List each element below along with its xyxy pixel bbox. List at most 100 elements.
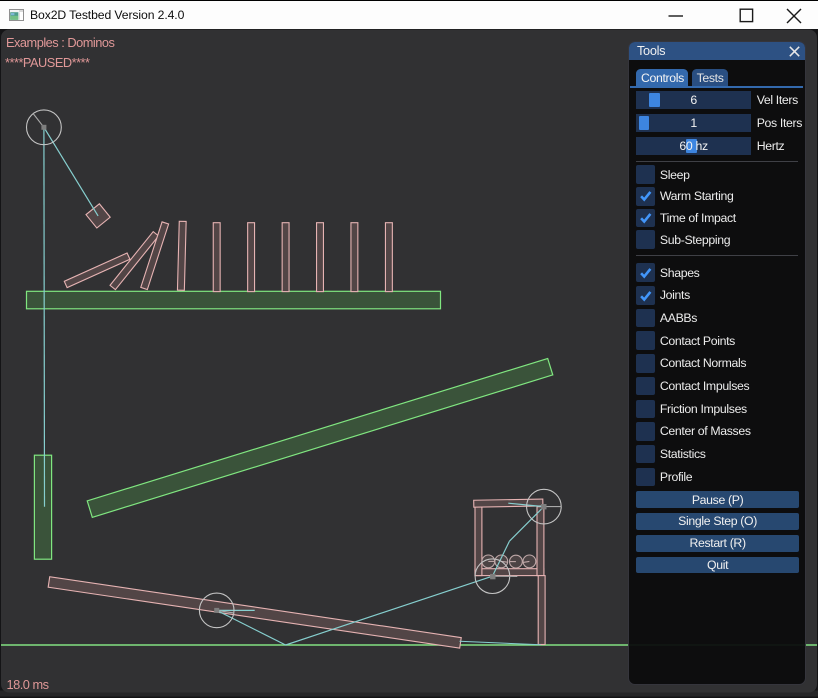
anchor-dot-pendulum	[41, 125, 46, 130]
checkbox-row-time-of-impact[interactable]: Time of Impact	[636, 209, 805, 228]
domino-platform	[27, 291, 441, 309]
window-title: Box2D Testbed Version 2.4.0	[30, 8, 184, 22]
checkbox[interactable]	[636, 230, 655, 249]
tab-underline	[630, 86, 804, 88]
checkbox[interactable]	[636, 309, 655, 328]
checkbox-label: Statistics	[660, 447, 706, 461]
tools-title: Tools	[637, 43, 665, 58]
domino-upright-6[interactable]	[385, 223, 392, 292]
checkbox-label: Friction Impulses	[660, 402, 747, 416]
slider-row-hertz: 60 hz Hertz	[636, 137, 805, 154]
tools-titlebar[interactable]: Tools	[629, 42, 806, 61]
tools-close-icon	[789, 46, 800, 57]
checkbox-row-sleep[interactable]: Sleep	[636, 165, 805, 184]
checkbox-row-profile[interactable]: Profile	[636, 468, 805, 487]
maximize-button[interactable]	[724, 1, 769, 30]
slider-label: Vel Iters	[757, 93, 798, 107]
checkbox-row-center-of-masses[interactable]: Center of Masses	[636, 422, 805, 441]
slider-track[interactable]: 6	[636, 91, 751, 108]
checkmark-icon	[638, 265, 654, 281]
anchor-dot-lid	[541, 504, 546, 509]
domino-tilting[interactable]	[177, 221, 186, 290]
checkbox[interactable]	[636, 422, 655, 441]
checkbox-row-sub-stepping[interactable]: Sub-Stepping	[636, 230, 805, 249]
slider-value: 6	[636, 93, 751, 107]
checkbox-label: Profile	[660, 470, 692, 484]
slider-value: 60 hz	[636, 139, 751, 153]
joint-line-pillar-anchor	[44, 127, 45, 506]
checkmark-icon	[638, 210, 654, 226]
slider-label: Hertz	[757, 139, 785, 153]
app-icon	[9, 9, 24, 21]
tools-close-button[interactable]	[787, 44, 802, 59]
tools-body: ControlsTests 6 Vel Iters 1 Pos Iters 60 hz H…	[629, 60, 806, 684]
slider-track[interactable]: 60 hz	[636, 137, 751, 154]
sliders: 6 Vel Iters 1 Pos Iters 60 hz Hertz	[636, 91, 805, 154]
minimize-icon	[668, 8, 683, 23]
maximize-icon	[739, 8, 754, 23]
checkbox[interactable]	[636, 286, 655, 305]
checkmark-icon	[638, 188, 654, 204]
tools-panel: Tools ControlsTests 6 Vel Iters 1 Pos Iters…	[628, 41, 807, 686]
checkbox-label: AABBs	[660, 311, 697, 325]
checkbox[interactable]	[636, 331, 655, 350]
checkbox-row-aabbs[interactable]: AABBs	[636, 309, 805, 328]
domino-upright-4[interactable]	[317, 223, 324, 292]
button-single-step-o[interactable]: Single Step (O)	[636, 513, 798, 530]
checkbox[interactable]	[636, 187, 655, 206]
separator-2	[636, 255, 797, 256]
checkbox-row-warm-starting[interactable]: Warm Starting	[636, 187, 805, 206]
domino-upright-3[interactable]	[282, 223, 289, 292]
checkbox-label: Contact Points	[660, 334, 735, 348]
checkbox[interactable]	[636, 263, 655, 282]
button-restart-r[interactable]: Restart (R)	[636, 535, 798, 552]
checkbox[interactable]	[636, 209, 655, 228]
checkbox-label: Sub-Stepping	[660, 233, 730, 247]
tab-tests[interactable]: Tests	[692, 69, 728, 86]
separator-1	[636, 161, 797, 162]
checkbox-group-1: Sleep Warm Starting Time of Impact Sub-Step…	[636, 165, 805, 249]
checkbox-label: Shapes	[660, 266, 700, 280]
example-label: Examples : Dominos	[6, 35, 114, 50]
action-buttons: Pause (P) Single Step (O) Restart (R) Quit	[636, 491, 805, 573]
checkbox-row-contact-impulses[interactable]: Contact Impulses	[636, 377, 805, 396]
checkbox[interactable]	[636, 445, 655, 464]
checkbox[interactable]	[636, 400, 655, 419]
slider-track[interactable]: 1	[636, 114, 751, 131]
checkbox-label: Center of Masses	[660, 424, 751, 438]
checkbox-row-friction-impulses[interactable]: Friction Impulses	[636, 400, 805, 419]
checkbox-label: Joints	[660, 288, 690, 302]
checkbox-label: Contact Impulses	[660, 379, 749, 393]
minimize-button[interactable]	[653, 1, 698, 30]
slider-row-vel-iters: 6 Vel Iters	[636, 91, 805, 108]
checkbox[interactable]	[636, 354, 655, 373]
paused-label: ****PAUSED****	[5, 55, 90, 70]
button-quit[interactable]: Quit	[636, 557, 798, 574]
checkbox-row-contact-points[interactable]: Contact Points	[636, 331, 805, 350]
checkbox-label: Time of Impact	[660, 211, 736, 225]
cart-right-wall[interactable]	[537, 507, 544, 576]
checkbox-label: Warm Starting	[660, 189, 734, 203]
tab-bar: ControlsTests	[636, 69, 805, 86]
checkbox-group-2: Shapes Joints AABBs Contact Points Contact N…	[636, 263, 805, 486]
domino-upright-2[interactable]	[248, 223, 255, 292]
close-button[interactable]	[771, 1, 816, 30]
checkbox-row-joints[interactable]: Joints	[636, 286, 805, 305]
checkbox[interactable]	[636, 165, 655, 184]
tab-controls[interactable]: Controls	[636, 69, 688, 86]
slider-value: 1	[636, 116, 751, 130]
domino-upright-1[interactable]	[213, 223, 220, 292]
domino-upright-5[interactable]	[351, 223, 358, 292]
checkbox-row-shapes[interactable]: Shapes	[636, 263, 805, 282]
anchor-dot-seesaw	[214, 608, 219, 613]
checkbox[interactable]	[636, 377, 655, 396]
tall-pillar	[34, 455, 51, 559]
checkbox-row-statistics[interactable]: Statistics	[636, 445, 805, 464]
frame-time-label: 18.0 ms	[7, 677, 49, 692]
slider-label: Pos Iters	[757, 116, 802, 130]
slider-row-pos-iters: 1 Pos Iters	[636, 114, 805, 131]
checkbox-row-contact-normals[interactable]: Contact Normals	[636, 354, 805, 373]
button-pause-p[interactable]: Pause (P)	[636, 491, 798, 508]
vertical-leg[interactable]	[538, 576, 545, 645]
checkbox[interactable]	[636, 468, 655, 487]
